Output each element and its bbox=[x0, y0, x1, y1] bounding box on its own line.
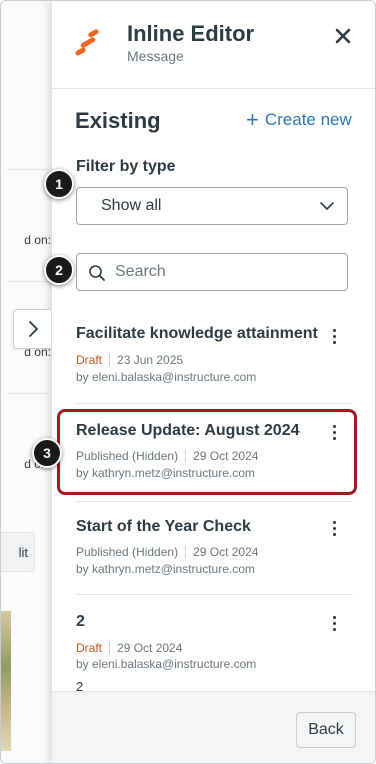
close-icon bbox=[335, 28, 351, 44]
panel-header: Inline Editor Message bbox=[52, 1, 375, 89]
message-title[interactable]: Release Update: August 2024 bbox=[76, 422, 299, 440]
collapse-panel-button[interactable] bbox=[13, 309, 51, 349]
message-title[interactable]: 2 bbox=[76, 613, 85, 631]
message-date: 29 Oct 2024 bbox=[193, 449, 259, 463]
status-badge: Draft bbox=[76, 641, 103, 655]
instructure-logo-icon bbox=[75, 29, 99, 56]
message-date: 23 Jun 2025 bbox=[117, 353, 184, 367]
message-author: by kathryn.metz@instructure.com bbox=[76, 562, 255, 576]
panel-subtitle: Message bbox=[127, 48, 184, 64]
status-badge: Draft bbox=[76, 353, 103, 367]
chevron-right-icon bbox=[28, 321, 38, 337]
app-frame: d on: d on: d on: lit Inline Editor Mess… bbox=[0, 0, 376, 764]
message-meta: Published (Hidden) 29 Oct 2024 bbox=[76, 545, 258, 559]
message-meta: Draft 29 Oct 2024 bbox=[76, 641, 182, 655]
message-author: by eleni.balaska@instructure.com bbox=[76, 370, 257, 384]
panel-footer: Back bbox=[52, 691, 375, 763]
filter-selected-value: Show all bbox=[101, 197, 162, 214]
create-new-button[interactable]: + Create new bbox=[246, 107, 352, 132]
message-meta: Draft 23 Jun 2025 bbox=[76, 353, 183, 367]
message-date: 29 Oct 2024 bbox=[117, 641, 183, 655]
item-options-button[interactable] bbox=[324, 324, 344, 348]
callout-badge: 2 bbox=[44, 255, 74, 285]
list-divider bbox=[76, 403, 354, 404]
background-edit-label: lit bbox=[18, 544, 28, 560]
message-title[interactable]: Start of the Year Check bbox=[76, 518, 251, 536]
back-button[interactable]: Back bbox=[296, 712, 356, 748]
item-options-button[interactable] bbox=[324, 516, 344, 540]
background-divider bbox=[7, 393, 49, 394]
status-badge: Published (Hidden) bbox=[76, 449, 179, 463]
filter-type-select[interactable]: Show all bbox=[76, 187, 348, 225]
background-label: d on: bbox=[24, 233, 51, 247]
message-date: 29 Oct 2024 bbox=[193, 545, 259, 559]
create-new-label: Create new bbox=[264, 110, 352, 129]
background-image bbox=[1, 611, 11, 751]
callout-badge: 1 bbox=[44, 169, 74, 199]
existing-heading: Existing bbox=[75, 108, 161, 133]
message-meta: Published (Hidden) 29 Oct 2024 bbox=[76, 449, 258, 463]
close-button[interactable] bbox=[328, 21, 358, 51]
search-field[interactable] bbox=[76, 253, 348, 291]
item-options-button[interactable] bbox=[324, 420, 344, 444]
background-divider bbox=[7, 169, 49, 170]
panel-title: Inline Editor bbox=[127, 21, 255, 46]
inline-editor-panel: Inline Editor Message Existing + Create … bbox=[51, 1, 375, 763]
chevron-down-icon bbox=[320, 202, 334, 210]
message-author: by eleni.balaska@instructure.com bbox=[76, 657, 257, 671]
plus-icon: + bbox=[246, 107, 259, 132]
background-page: d on: d on: d on: lit bbox=[1, 1, 57, 763]
status-badge: Published (Hidden) bbox=[76, 545, 179, 559]
list-divider bbox=[76, 501, 354, 502]
message-title[interactable]: Facilitate knowledge attainment bbox=[76, 325, 318, 343]
list-divider bbox=[76, 594, 354, 595]
item-options-button[interactable] bbox=[324, 611, 344, 635]
search-input[interactable] bbox=[115, 261, 335, 283]
message-author: by kathryn.metz@instructure.com bbox=[76, 466, 255, 480]
search-icon bbox=[89, 265, 105, 281]
callout-badge: 3 bbox=[32, 438, 62, 468]
filter-label: Filter by type bbox=[76, 158, 176, 175]
background-edit-button[interactable]: lit bbox=[1, 532, 35, 572]
background-divider bbox=[7, 281, 49, 282]
